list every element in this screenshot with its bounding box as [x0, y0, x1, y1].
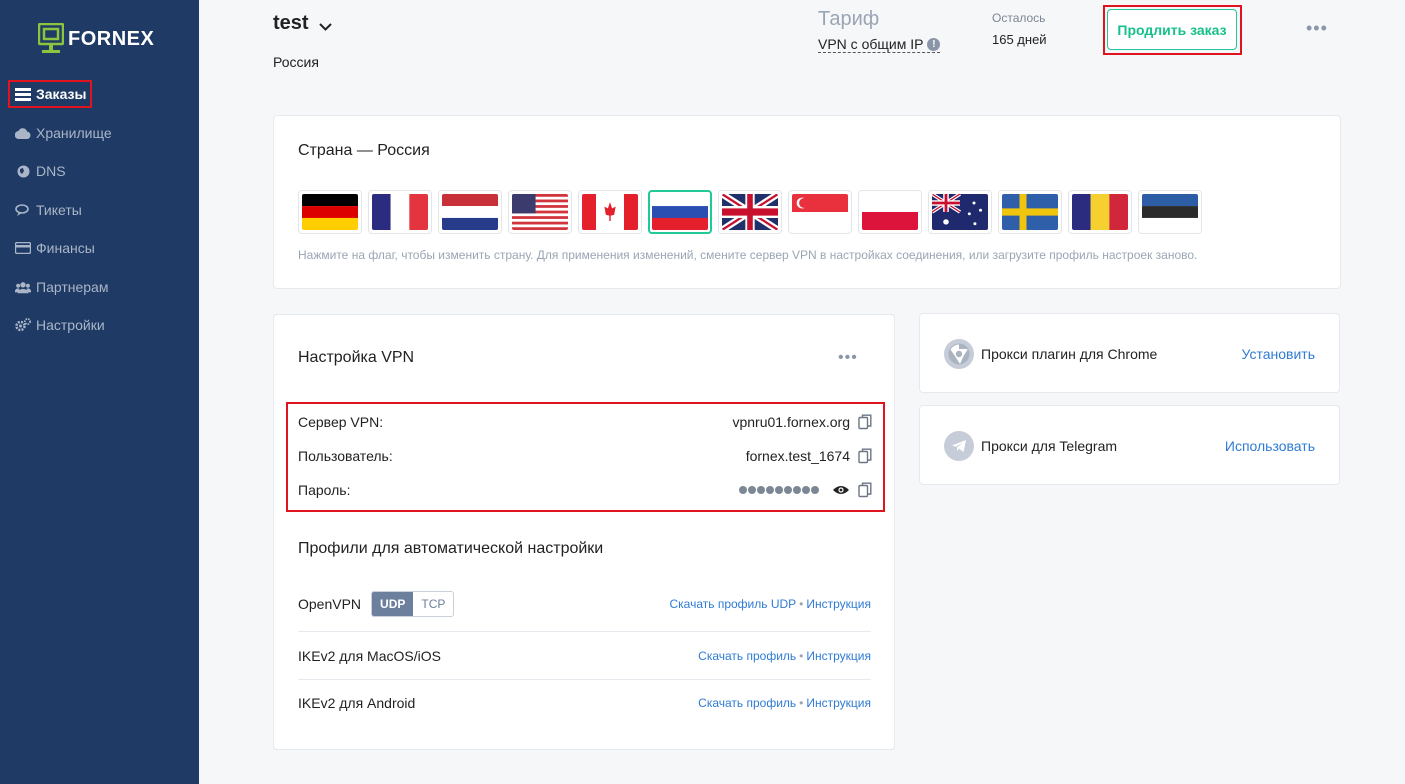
flag-france[interactable]	[368, 190, 432, 234]
order-selector[interactable]: test	[273, 10, 332, 37]
password-row: Пароль:	[298, 478, 872, 502]
user-row: Пользователь: fornex.test_1674	[298, 444, 872, 468]
sidebar-item-dns[interactable]: DNS	[15, 161, 66, 181]
install-link[interactable]: Установить	[1242, 346, 1315, 362]
instruction-link[interactable]: Инструкция	[806, 696, 871, 710]
country-hint: Нажмите на флаг, чтобы изменить страну. …	[298, 248, 1198, 262]
vpn-settings-card: Настройка VPN ••• Сервер VPN: vpnru01.fo…	[273, 314, 895, 750]
flag-poland[interactable]	[858, 190, 922, 234]
order-name: test	[273, 12, 309, 34]
sidebar-item-partners[interactable]: Партнерам	[15, 277, 108, 297]
gears-icon	[15, 318, 31, 332]
logo-text: FORNEX	[68, 27, 155, 50]
flag-sweden[interactable]	[998, 190, 1062, 234]
server-label: Сервер VPN:	[298, 414, 384, 430]
remaining-value: 165 дней	[992, 32, 1047, 47]
flag-united-kingdom[interactable]	[718, 190, 782, 234]
tariff-name: VPN с общим IP	[818, 36, 924, 52]
sidebar-item-finance[interactable]: Финансы	[15, 238, 95, 258]
info-icon[interactable]: !	[927, 37, 941, 51]
sidebar-item-label: Партнерам	[36, 279, 109, 295]
server-row: Сервер VPN: vpnru01.fornex.org	[298, 410, 872, 434]
renew-order-button[interactable]: Продлить заказ	[1107, 9, 1237, 50]
udp-toggle-button[interactable]: UDP	[372, 592, 414, 616]
fornex-logo[interactable]: FORNEX	[38, 22, 154, 56]
flag-netherlands[interactable]	[438, 190, 502, 234]
vpn-settings-title: Настройка VPN	[298, 349, 415, 366]
telegram-icon	[944, 431, 974, 461]
chrome-proxy-label: Прокси плагин для Chrome	[981, 346, 1158, 362]
country-title: Страна — Россия	[298, 142, 430, 159]
instruction-link[interactable]: Инструкция	[806, 597, 871, 611]
user-label: Пользователь:	[298, 448, 393, 464]
flag-romania[interactable]	[1068, 190, 1132, 234]
chrome-proxy-card: Прокси плагин для Chrome Установить	[919, 313, 1340, 393]
flag-list	[298, 190, 1208, 234]
download-profile-link[interactable]: Скачать профиль UDP	[669, 597, 796, 611]
password-masked	[739, 486, 820, 494]
copy-icon[interactable]	[858, 482, 872, 498]
sidebar-item-tickets[interactable]: Тикеты	[15, 200, 82, 220]
tariff-value[interactable]: VPN с общим IP !	[818, 36, 941, 53]
flag-russia[interactable]	[648, 190, 712, 234]
chevron-down-icon	[318, 14, 332, 37]
profile-openvpn: OpenVPN UDP TCP Скачать профиль UDP • Инст…	[298, 589, 871, 619]
profile-name: IKEv2 для Android	[298, 694, 416, 711]
server-icon	[15, 87, 31, 101]
sidebar-item-orders[interactable]: Заказы	[15, 84, 86, 104]
protocol-toggle: UDP TCP	[371, 591, 455, 617]
profile-name: IKEv2 для MacOS/iOS	[298, 647, 441, 664]
sidebar-item-label: Настройки	[36, 317, 105, 333]
download-profile-link[interactable]: Скачать профиль	[698, 696, 796, 710]
sidebar-item-storage[interactable]: Хранилище	[15, 123, 112, 143]
sidebar: FORNEX Заказы Хранилище DNS Тикеты Финан…	[0, 0, 199, 784]
password-label: Пароль:	[298, 482, 351, 498]
more-options-icon[interactable]: •••	[1306, 18, 1328, 39]
sidebar-item-label: DNS	[36, 163, 66, 179]
profile-ikev2-android: IKEv2 для Android Скачать профиль • Инстру…	[298, 679, 871, 725]
flag-canada[interactable]	[578, 190, 642, 234]
chrome-icon	[944, 339, 974, 369]
tcp-toggle-button[interactable]: TCP	[413, 592, 454, 616]
sidebar-item-label: Заказы	[36, 86, 87, 102]
telegram-proxy-card: Прокси для Telegram Использовать	[919, 405, 1340, 485]
profile-ikev2-macos: IKEv2 для MacOS/iOS Скачать профиль • Инст…	[298, 631, 871, 679]
chat-icon	[15, 203, 31, 217]
sidebar-item-label: Финансы	[36, 240, 95, 256]
remaining-label: Осталось	[992, 11, 1046, 25]
show-password-icon[interactable]	[832, 483, 850, 497]
tariff-label: Тариф	[818, 8, 880, 30]
instruction-link[interactable]: Инструкция	[806, 649, 871, 663]
use-link[interactable]: Использовать	[1225, 438, 1315, 454]
sidebar-item-label: Тикеты	[36, 202, 82, 218]
sidebar-item-settings[interactable]: Настройки	[15, 315, 105, 335]
user-value: fornex.test_1674	[745, 448, 850, 464]
globe-icon	[15, 164, 31, 178]
server-value: vpnru01.fornex.org	[732, 414, 850, 430]
flag-usa[interactable]	[508, 190, 572, 234]
order-country: Россия	[273, 54, 319, 70]
country-card: Страна — Россия Нажмите на флаг, чтобы и…	[273, 115, 1341, 289]
profile-name: OpenVPN	[298, 596, 362, 612]
flag-germany[interactable]	[298, 190, 362, 234]
users-icon	[15, 280, 31, 294]
flag-australia[interactable]	[928, 190, 992, 234]
profiles-title: Профили для автоматической настройки	[298, 540, 604, 557]
logo-icon	[38, 23, 64, 53]
flag-singapore[interactable]	[788, 190, 852, 234]
credit-card-icon	[15, 241, 31, 255]
flag-estonia[interactable]	[1138, 190, 1202, 234]
copy-icon[interactable]	[858, 414, 872, 430]
cloud-icon	[15, 126, 31, 140]
sidebar-item-label: Хранилище	[36, 125, 112, 141]
telegram-proxy-label: Прокси для Telegram	[981, 438, 1118, 454]
more-options-icon[interactable]: •••	[838, 349, 858, 367]
copy-icon[interactable]	[858, 448, 872, 464]
download-profile-link[interactable]: Скачать профиль	[698, 649, 796, 663]
